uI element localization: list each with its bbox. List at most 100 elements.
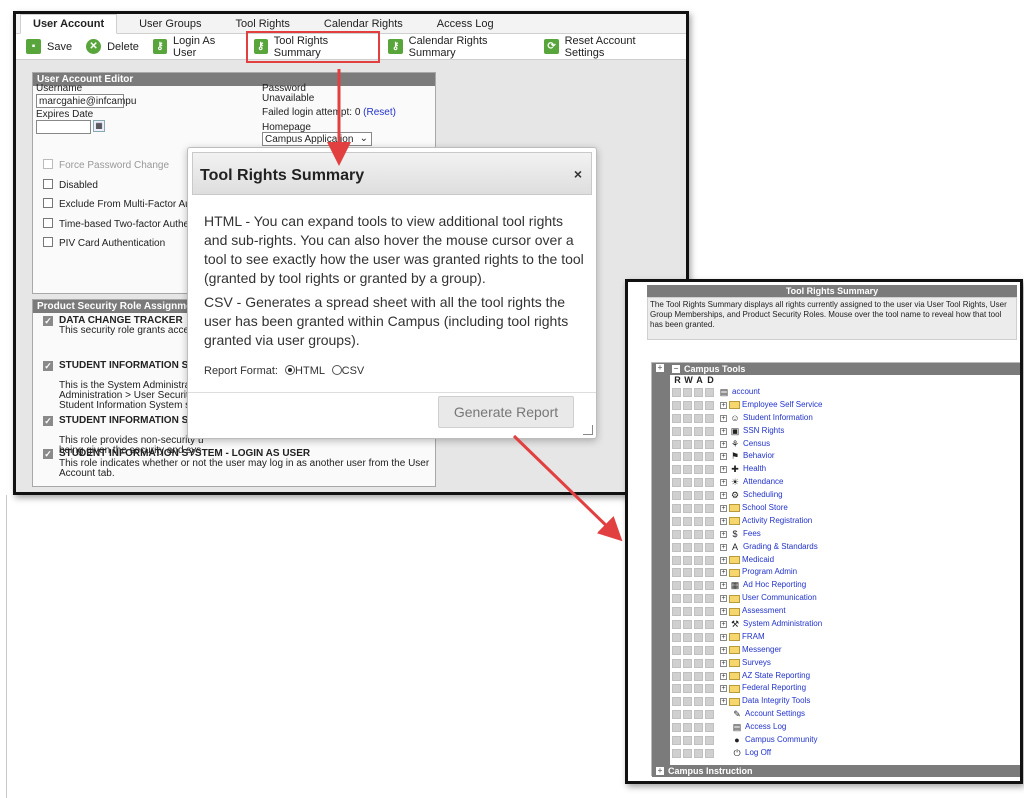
html-radio[interactable]	[285, 365, 296, 375]
delete-checkbox[interactable]	[705, 426, 714, 436]
add-checkbox[interactable]	[694, 503, 703, 513]
expand-node-icon[interactable]: +	[720, 440, 727, 448]
tool-row[interactable]: + ☺ Student Information	[672, 412, 822, 425]
expand-node-icon[interactable]: +	[720, 633, 727, 641]
read-checkbox[interactable]	[672, 684, 681, 694]
read-checkbox[interactable]	[672, 568, 681, 578]
tool-row[interactable]: ▤ account	[672, 386, 822, 399]
add-checkbox[interactable]	[694, 748, 703, 758]
read-checkbox[interactable]	[672, 736, 681, 745]
delete-checkbox[interactable]	[705, 632, 714, 642]
tool-label[interactable]: Census	[743, 439, 770, 448]
write-checkbox[interactable]	[683, 465, 692, 475]
expand-node-icon[interactable]: +	[720, 479, 727, 487]
tool-label[interactable]: AZ State Reporting	[742, 671, 810, 680]
campus-instruction-header[interactable]: + Campus Instruction	[652, 765, 1020, 777]
read-checkbox[interactable]	[672, 555, 681, 565]
tool-label[interactable]: Ad Hoc Reporting	[743, 580, 806, 589]
tool-label[interactable]: Behavior	[743, 451, 775, 460]
write-checkbox[interactable]	[683, 568, 692, 578]
tool-row[interactable]: + AZ State Reporting	[672, 670, 822, 683]
write-checkbox[interactable]	[683, 478, 692, 488]
delete-checkbox[interactable]	[705, 452, 714, 462]
add-checkbox[interactable]	[694, 581, 703, 591]
expand-node-icon[interactable]: +	[720, 466, 727, 474]
tool-label[interactable]: Health	[743, 464, 766, 473]
add-checkbox[interactable]	[694, 491, 703, 501]
write-checkbox[interactable]	[683, 723, 692, 733]
tool-rights-summary-button[interactable]: ⚷ Tool Rights Summary	[245, 30, 381, 63]
add-checkbox[interactable]	[694, 516, 703, 526]
tool-label[interactable]: Fees	[743, 529, 761, 538]
delete-checkbox[interactable]	[705, 465, 714, 475]
read-checkbox[interactable]	[672, 658, 681, 668]
add-checkbox[interactable]	[694, 697, 703, 707]
write-checkbox[interactable]	[683, 684, 692, 694]
tool-label[interactable]: Log Off	[745, 748, 771, 757]
read-checkbox[interactable]	[672, 439, 681, 449]
add-checkbox[interactable]	[694, 529, 703, 539]
delete-checkbox[interactable]	[705, 736, 714, 745]
expand-node-icon[interactable]: +	[720, 453, 727, 461]
write-checkbox[interactable]	[683, 387, 692, 397]
piv-option[interactable]: PIV Card Authentication	[43, 237, 165, 249]
force-password-checkbox[interactable]	[43, 159, 53, 169]
tool-label[interactable]: Employee Self Service	[742, 400, 822, 409]
tab-user-account[interactable]: User Account	[20, 14, 118, 34]
write-checkbox[interactable]	[683, 710, 692, 720]
delete-checkbox[interactable]	[705, 607, 714, 617]
write-checkbox[interactable]	[683, 413, 692, 423]
add-checkbox[interactable]	[694, 619, 703, 629]
delete-checkbox[interactable]	[705, 658, 714, 668]
tool-row[interactable]: + User Communication	[672, 592, 822, 605]
role-checkbox[interactable]: ✓	[43, 316, 53, 326]
tool-label[interactable]: Access Log	[745, 722, 786, 731]
tool-label[interactable]: Scheduling	[743, 490, 783, 499]
write-checkbox[interactable]	[683, 645, 692, 655]
add-checkbox[interactable]	[694, 465, 703, 475]
username-input[interactable]: marcgahie@infcampu	[36, 94, 136, 108]
delete-checkbox[interactable]	[705, 748, 714, 758]
tool-label[interactable]: System Administration	[743, 619, 822, 628]
expand-node-icon[interactable]: +	[720, 504, 727, 512]
read-checkbox[interactable]	[672, 619, 681, 629]
expand-node-icon[interactable]: +	[720, 492, 727, 500]
read-checkbox[interactable]	[672, 491, 681, 501]
resize-handle-icon[interactable]	[583, 425, 593, 435]
write-checkbox[interactable]	[683, 607, 692, 617]
expand-node-icon[interactable]: +	[720, 530, 727, 538]
read-checkbox[interactable]	[672, 723, 681, 733]
write-checkbox[interactable]	[683, 542, 692, 552]
tool-label[interactable]: Attendance	[743, 477, 783, 486]
read-checkbox[interactable]	[672, 594, 681, 604]
write-checkbox[interactable]	[683, 658, 692, 668]
piv-checkbox[interactable]	[43, 237, 53, 247]
delete-checkbox[interactable]	[705, 478, 714, 488]
expand-icon[interactable]: +	[656, 767, 664, 775]
tool-row[interactable]: + Data Integrity Tools	[672, 695, 822, 708]
tool-label[interactable]: Data Integrity Tools	[742, 696, 810, 705]
csv-radio[interactable]	[331, 365, 342, 375]
add-checkbox[interactable]	[694, 452, 703, 462]
delete-checkbox[interactable]	[705, 710, 714, 720]
expand-node-icon[interactable]: +	[720, 427, 727, 435]
tool-row[interactable]: + $ Fees	[672, 528, 822, 541]
reset-account-settings-button[interactable]: ⟳ Reset Account Settings	[544, 35, 672, 59]
add-checkbox[interactable]	[694, 710, 703, 720]
delete-checkbox[interactable]	[705, 503, 714, 513]
role-checkbox[interactable]: ✓	[43, 361, 53, 371]
add-checkbox[interactable]	[694, 736, 703, 745]
delete-checkbox[interactable]	[705, 619, 714, 629]
homepage-select[interactable]: Campus Application ⌄	[262, 132, 372, 146]
reset-link[interactable]: (Reset)	[363, 107, 396, 118]
tool-label[interactable]: Activity Registration	[742, 516, 812, 525]
tool-row[interactable]: + ✚ Health	[672, 463, 822, 476]
write-checkbox[interactable]	[683, 748, 692, 758]
delete-checkbox[interactable]	[705, 542, 714, 552]
tool-row[interactable]: + A Grading & Standards	[672, 541, 822, 554]
expand-node-icon[interactable]: +	[720, 685, 727, 693]
delete-checkbox[interactable]	[705, 529, 714, 539]
tool-label[interactable]: Federal Reporting	[742, 683, 806, 692]
write-checkbox[interactable]	[683, 697, 692, 707]
expand-node-icon[interactable]: +	[720, 646, 727, 654]
